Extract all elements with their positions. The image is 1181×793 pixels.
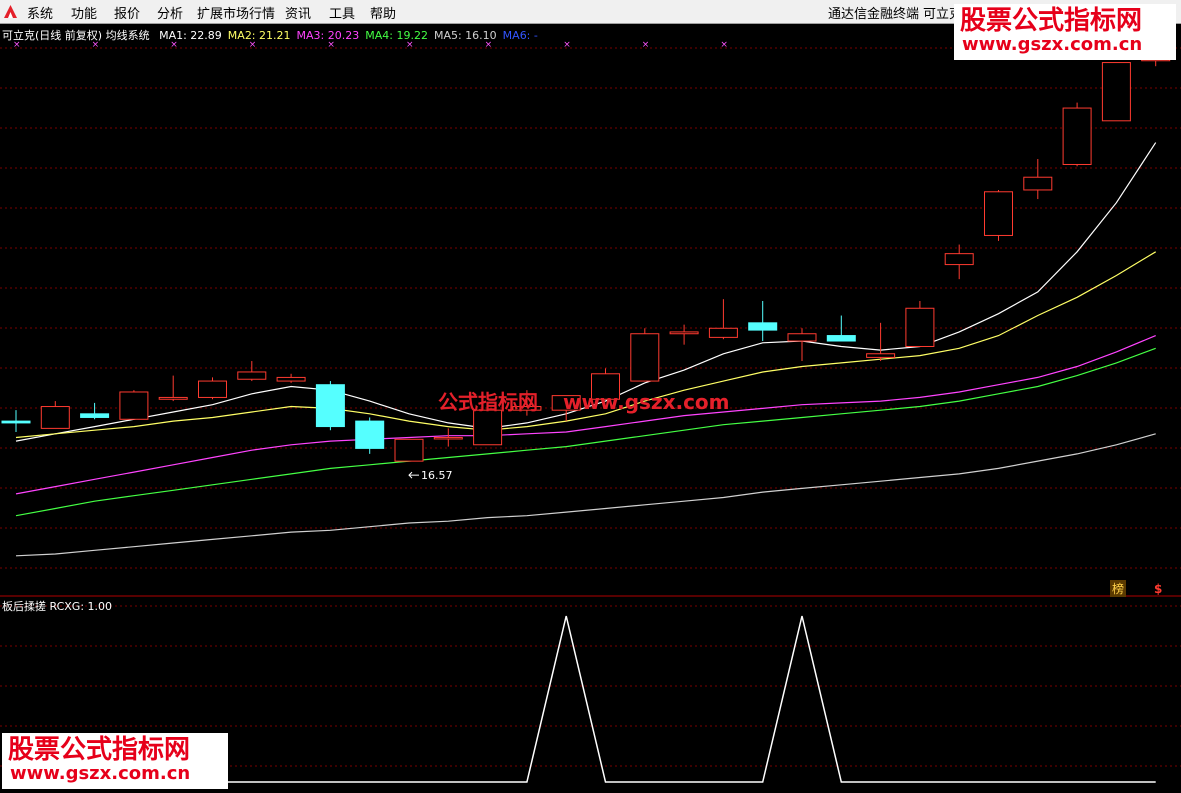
signal-mark: × (720, 40, 728, 50)
ma-legend-item-1: MA1: 22.89 (159, 29, 222, 42)
ma-legend-item-4: MA4: 19.22 (365, 29, 428, 42)
candle-body (1101, 62, 1131, 122)
ma-legend-item-6: MA6: - (502, 29, 538, 42)
main-header-label: 可立克(日线 前复权) 均线系统 (2, 29, 150, 42)
candle-body (198, 380, 227, 398)
watermark-bottom-left: 股票公式指标网 www.gszx.com.cn (2, 733, 228, 789)
candle-body (355, 420, 385, 449)
watermark-bottom-title: 股票公式指标网 (8, 735, 191, 765)
center-watermark: 公式指标网 www.gszx.com (438, 386, 748, 415)
candle-body (158, 396, 188, 400)
candle-body (394, 438, 424, 462)
watermark-bottom-url: www.gszx.com.cn (10, 763, 191, 784)
ma-legend-item-5: MA5: 16.10 (433, 29, 497, 42)
candle-body (80, 413, 110, 418)
ma-line-4 (15, 347, 1156, 517)
ma-legend-item-2: MA2: 21.21 (227, 29, 291, 42)
candle-body (40, 406, 70, 429)
candle-body (944, 253, 974, 266)
dollar-badge[interactable]: $ (1154, 582, 1162, 596)
sub-header-label: 板后揉搓 RCXG: 1.00 (2, 600, 113, 613)
candle-body (1, 420, 31, 424)
main-legend: 可立克(日线 前复权) 均线系统 MA1: 22.89 MA2: 21.21 MA3… (2, 27, 550, 43)
candle-body (433, 436, 463, 440)
candle-body (315, 384, 345, 428)
candle-body (237, 371, 267, 380)
low-annotation: 16.57 (408, 469, 453, 482)
candle-body (1023, 176, 1053, 191)
center-watermark-url: www.gszx.com (562, 390, 730, 414)
candle-body (826, 335, 856, 342)
sub-legend: 板后揉搓 RCXG: 1.00 (2, 598, 118, 614)
watermark-top-title: 股票公式指标网 (960, 6, 1143, 36)
ma-line-5 (15, 433, 1156, 557)
watermark-top-right: 股票公式指标网 www.gszx.com.cn (954, 4, 1176, 60)
ma-legend-item-3: MA3: 20.23 (296, 29, 360, 42)
signal-mark: × (642, 40, 650, 50)
candle-body (984, 191, 1013, 236)
rank-badge[interactable]: 榜 (1110, 580, 1127, 597)
candle-body (630, 333, 660, 382)
candle-body (119, 391, 149, 420)
candle-body (276, 376, 306, 382)
candle-body (708, 327, 738, 338)
candle-body (905, 307, 935, 347)
candle-body (748, 322, 778, 331)
candle-body (787, 333, 817, 342)
candle-body (866, 353, 896, 358)
candle-body (669, 331, 699, 335)
candle-body (473, 409, 503, 446)
candle-body (1062, 107, 1092, 165)
signal-mark: × (563, 40, 571, 50)
low-price-label: 16.57 (421, 469, 453, 482)
watermark-top-url: www.gszx.com.cn (962, 34, 1143, 55)
center-watermark-name: 公式指标网 (438, 390, 538, 414)
